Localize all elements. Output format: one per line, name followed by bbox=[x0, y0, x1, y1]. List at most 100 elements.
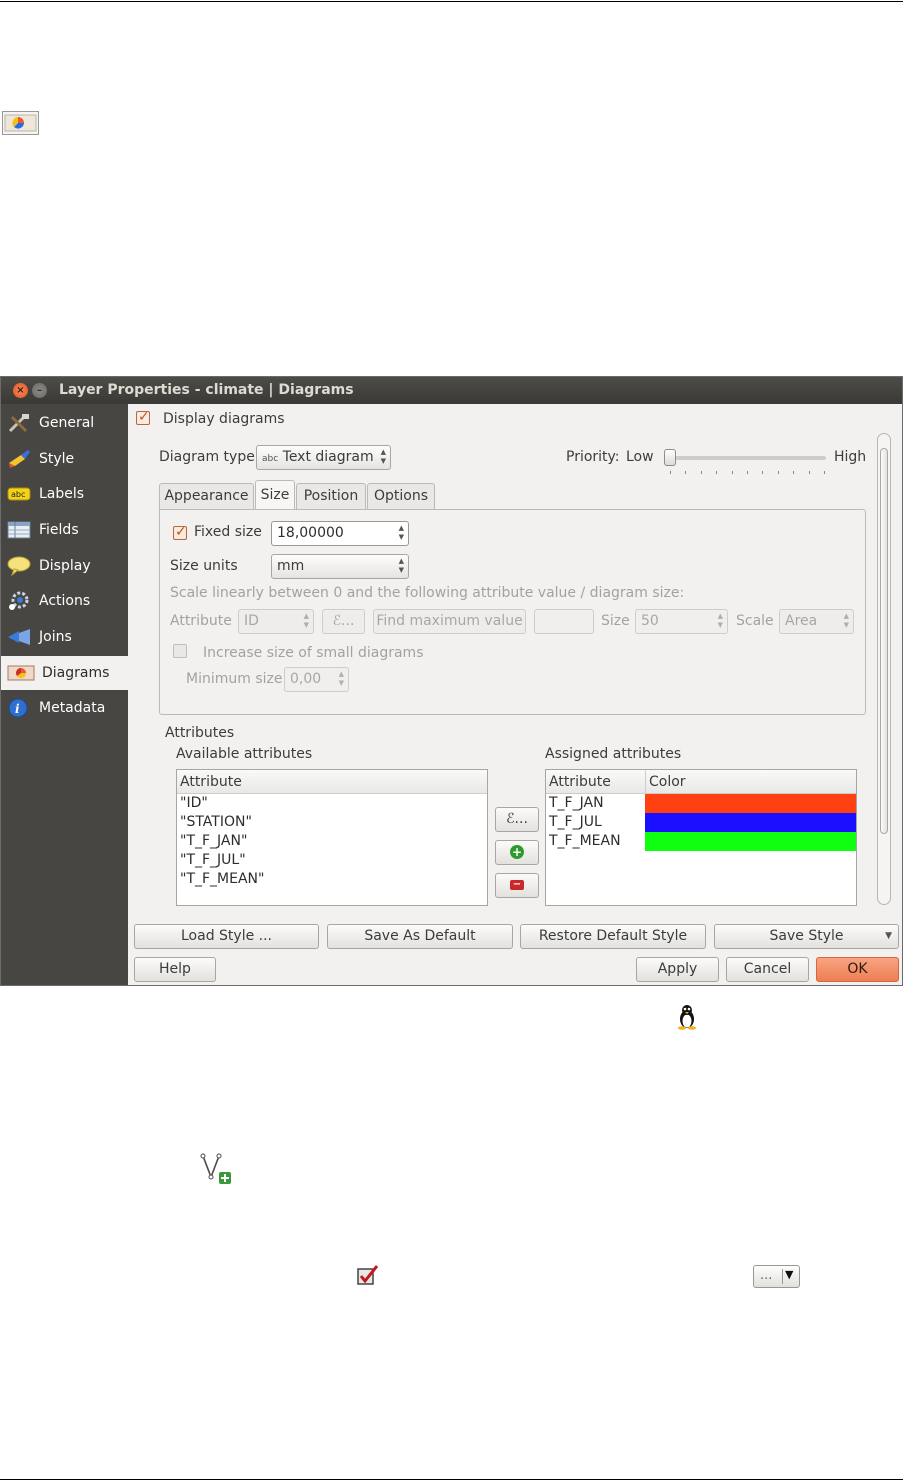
priority-slider-handle[interactable] bbox=[664, 449, 676, 466]
minimum-size-value: 0,00 bbox=[290, 671, 322, 687]
remove-attribute-button[interactable]: − bbox=[495, 873, 539, 898]
spin-arrows-icon[interactable]: ▲ ▼ bbox=[339, 670, 344, 688]
list-item[interactable]: "STATION" bbox=[180, 814, 252, 830]
slider-tick bbox=[700, 471, 702, 474]
attributes-section-label: Attributes bbox=[165, 725, 235, 741]
style-brush-icon bbox=[9, 450, 30, 468]
size-label: Size bbox=[601, 613, 630, 629]
dialog-title: Layer Properties - climate | Diagrams bbox=[59, 382, 354, 398]
list-item[interactable]: "T_F_MEAN" bbox=[180, 871, 264, 887]
assigned-attribute-header[interactable]: Attribute bbox=[546, 770, 645, 794]
fixed-size-input[interactable]: 18,00000 ▲ ▼ bbox=[271, 521, 409, 546]
size-value: 50 bbox=[641, 613, 659, 629]
sidebar-item-general[interactable]: General bbox=[1, 406, 128, 440]
expression-button[interactable]: ℰ... bbox=[322, 609, 365, 634]
tux-linux-icon bbox=[678, 1005, 696, 1030]
spin-arrows-icon[interactable]: ▲ ▼ bbox=[718, 612, 723, 630]
available-attribute-header[interactable]: Attribute bbox=[177, 770, 487, 794]
find-maximum-value-button[interactable]: Find maximum value bbox=[373, 609, 526, 634]
save-as-default-button[interactable]: Save As Default bbox=[327, 924, 513, 949]
minimum-size-label: Minimum size bbox=[186, 671, 283, 687]
apply-button[interactable]: Apply bbox=[636, 957, 719, 982]
slider-tick bbox=[762, 471, 764, 474]
table-row[interactable]: T_F_JAN bbox=[549, 795, 604, 811]
cancel-button[interactable]: Cancel bbox=[726, 957, 809, 982]
tab-options[interactable]: Options bbox=[367, 483, 435, 510]
dropdown-arrow-icon: ▼ bbox=[885, 931, 892, 941]
close-window-icon[interactable]: × bbox=[13, 383, 28, 398]
increase-small-checkbox[interactable] bbox=[173, 644, 187, 658]
remove-icon: − bbox=[510, 880, 524, 890]
available-attributes-label: Available attributes bbox=[176, 746, 313, 762]
sidebar-item-style[interactable]: Style bbox=[1, 442, 128, 476]
slider-tick bbox=[777, 471, 779, 474]
title-bar: × – Layer Properties - climate | Diagram… bbox=[1, 377, 902, 404]
priority-low-label: Low bbox=[626, 449, 654, 465]
labels-abc-icon: abc bbox=[7, 487, 31, 501]
diagram-type-value: Text diagram bbox=[282, 449, 374, 465]
help-button[interactable]: Help bbox=[134, 957, 216, 982]
fixed-size-checkbox[interactable] bbox=[173, 524, 187, 540]
updown-arrows-icon: ▲ ▼ bbox=[380, 448, 386, 465]
sidebar-item-joins[interactable]: Joins bbox=[1, 620, 128, 654]
add-vertex-icon bbox=[200, 1153, 231, 1184]
assigned-color-header[interactable]: Color bbox=[645, 770, 856, 794]
slider-tick bbox=[670, 471, 671, 474]
color-swatch[interactable] bbox=[645, 832, 856, 851]
list-item[interactable]: "ID" bbox=[180, 795, 208, 811]
vertical-scrollbar[interactable] bbox=[877, 433, 891, 905]
add-attribute-button[interactable]: + bbox=[495, 840, 539, 865]
sidebar-item-actions[interactable]: Actions bbox=[1, 584, 128, 618]
restore-default-style-button[interactable]: Restore Default Style bbox=[520, 924, 706, 949]
sidebar-item-labels[interactable]: abc Labels bbox=[1, 477, 128, 511]
table-row[interactable]: T_F_MEAN bbox=[549, 833, 621, 849]
add-icon: + bbox=[510, 845, 524, 859]
text-diagram-icon: abc bbox=[262, 454, 279, 464]
sidebar-item-fields[interactable]: Fields bbox=[1, 513, 128, 547]
tab-appearance[interactable]: Appearance bbox=[159, 483, 254, 510]
top-rule bbox=[0, 1, 903, 2]
minimize-window-icon[interactable]: – bbox=[32, 383, 47, 398]
size-units-select[interactable]: mm ▲ ▼ bbox=[271, 554, 409, 579]
fields-table-icon bbox=[7, 521, 31, 539]
tab-size[interactable]: Size bbox=[255, 480, 295, 510]
ellipsis-text: ... bbox=[760, 1268, 773, 1283]
dropdown-arrow-icon: ▼ bbox=[785, 1268, 794, 1281]
ok-button[interactable]: OK bbox=[816, 957, 899, 982]
scrollbar-thumb[interactable] bbox=[880, 448, 888, 834]
save-style-button[interactable]: Save Style ▼ bbox=[714, 924, 899, 949]
slider-tick bbox=[824, 471, 825, 474]
assigned-attributes-table[interactable]: Attribute Color T_F_JAN T_F_JUL T_F_MEAN bbox=[545, 769, 857, 906]
size-units-value: mm bbox=[277, 558, 305, 574]
diagram-type-select[interactable]: abc Text diagram ▲ ▼ bbox=[256, 445, 391, 470]
max-value-input[interactable] bbox=[534, 609, 594, 634]
table-row[interactable]: T_F_JUL bbox=[549, 814, 602, 830]
priority-slider-track[interactable] bbox=[668, 456, 826, 460]
list-item[interactable]: "T_F_JAN" bbox=[180, 833, 247, 849]
size-units-label: Size units bbox=[170, 558, 238, 574]
actions-gear-icon bbox=[9, 591, 29, 610]
sidebar-item-diagrams[interactable]: Diagrams bbox=[1, 656, 128, 690]
color-swatch[interactable] bbox=[645, 813, 856, 832]
sidebar-item-display[interactable]: Display bbox=[1, 549, 128, 583]
size-input[interactable]: 50 ▲ ▼ bbox=[635, 609, 728, 634]
priority-high-label: High bbox=[834, 449, 867, 465]
attribute-expression-button[interactable]: ℰ... bbox=[495, 807, 539, 832]
assigned-attributes-label: Assigned attributes bbox=[545, 746, 682, 762]
available-attributes-list[interactable]: Attribute "ID" "STATION" "T_F_JAN" "T_F_… bbox=[176, 769, 488, 906]
load-style-button[interactable]: Load Style ... bbox=[134, 924, 319, 949]
attribute-select[interactable]: ID ▲ ▼ bbox=[238, 609, 314, 634]
display-diagrams-checkbox[interactable] bbox=[136, 409, 150, 425]
slider-tick bbox=[716, 471, 718, 474]
scale-label: Scale bbox=[736, 613, 774, 629]
scale-select[interactable]: Area ▲ ▼ bbox=[779, 609, 854, 634]
spin-arrows-icon[interactable]: ▲ ▼ bbox=[399, 524, 404, 542]
list-item[interactable]: "T_F_JUL" bbox=[180, 852, 246, 868]
checkbox-checked-icon bbox=[357, 1265, 379, 1285]
tab-position[interactable]: Position bbox=[296, 483, 366, 510]
slider-tick bbox=[731, 471, 733, 474]
color-swatch[interactable] bbox=[645, 794, 856, 813]
sidebar-item-metadata[interactable]: i Metadata bbox=[1, 691, 128, 725]
minimum-size-input[interactable]: 0,00 ▲ ▼ bbox=[284, 667, 349, 692]
diagrams-icon bbox=[7, 665, 35, 681]
